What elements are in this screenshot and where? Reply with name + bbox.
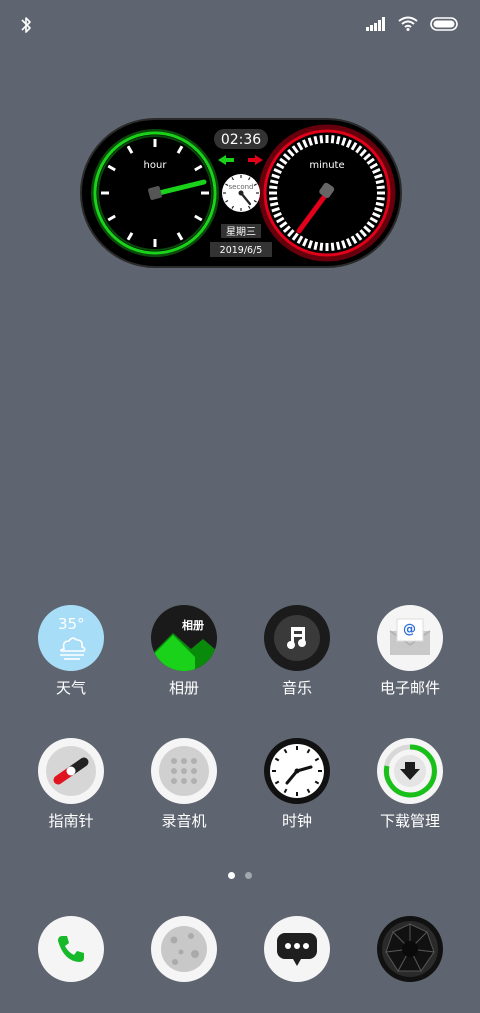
app-recorder[interactable]: 录音机 [129, 738, 239, 830]
music-icon [264, 605, 330, 671]
app-download[interactable]: 下载管理 [355, 738, 465, 830]
contacts-icon [151, 916, 217, 982]
mountain-icon [151, 633, 217, 671]
music-note-icon [287, 627, 306, 649]
phone-icon [38, 916, 104, 982]
app-label: 时钟 [281, 812, 312, 830]
app-label: 相册 [168, 679, 199, 697]
page-dot-active[interactable] [228, 872, 235, 879]
recorder-icon [151, 738, 217, 804]
app-label: 录音机 [161, 812, 207, 830]
page-indicator [0, 872, 480, 879]
clock-icon [264, 738, 330, 804]
dock-camera[interactable] [355, 916, 465, 982]
message-icon [264, 916, 330, 982]
email-at-symbol: @ [403, 622, 416, 637]
camera-icon [377, 916, 443, 982]
weather-icon: 35° [38, 605, 104, 671]
page-dot[interactable] [245, 872, 252, 879]
app-compass[interactable]: 指南针 [16, 738, 126, 830]
email-icon: @ [377, 605, 443, 671]
album-icon: 相册 [151, 605, 217, 671]
app-clock[interactable]: 时钟 [242, 738, 352, 830]
cloud-rain-icon [60, 637, 86, 660]
compass-icon [38, 738, 104, 804]
dock-contacts[interactable] [129, 916, 239, 982]
app-label: 下载管理 [379, 812, 440, 830]
app-label: 天气 [55, 679, 86, 697]
dock-phone[interactable] [16, 916, 126, 982]
app-label: 音乐 [281, 679, 312, 697]
weather-temp: 35° [58, 615, 85, 633]
app-weather[interactable]: 35° 天气 [16, 605, 126, 697]
app-label: 指南针 [48, 812, 94, 830]
dock-messages[interactable] [242, 916, 352, 982]
app-album[interactable]: 相册 相册 [129, 605, 239, 697]
app-label: 电子邮件 [379, 679, 440, 697]
app-grid: 35° 天气 相册 相册 音乐 @ 电子邮件 指南针 录音机 时钟 下载管理 [0, 0, 480, 900]
app-email[interactable]: @ 电子邮件 [355, 605, 465, 697]
app-music[interactable]: 音乐 [242, 605, 352, 697]
download-icon [377, 738, 443, 804]
